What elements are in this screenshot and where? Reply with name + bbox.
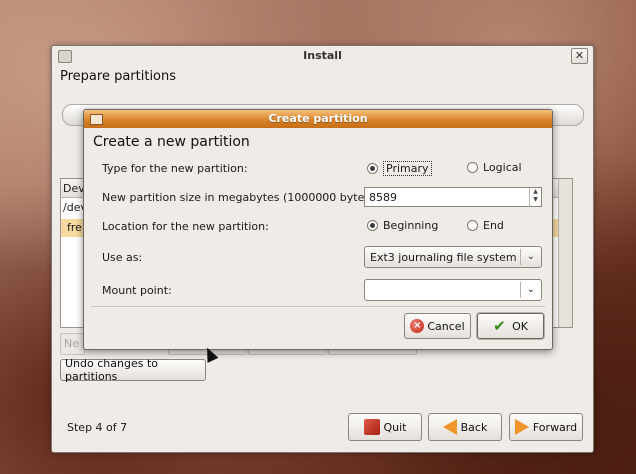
radio-logical-label: Logical (483, 161, 522, 174)
mount-point-label: Mount point: (102, 284, 172, 297)
window-title: Install (303, 49, 342, 62)
chevron-down-icon: ⌄ (526, 284, 535, 295)
cancel-button[interactable]: × Cancel (404, 313, 471, 339)
radio-indicator (367, 163, 378, 174)
radio-primary-label: Primary (383, 161, 432, 176)
radio-end[interactable]: End (467, 219, 504, 232)
location-label: Location for the new partition: (102, 220, 269, 233)
dialog-titlebar[interactable]: Create partition (84, 110, 552, 128)
use-as-combo[interactable]: Ext3 journaling file system ⌄ (364, 246, 542, 268)
quit-label: Quit (383, 420, 407, 434)
ok-label: OK (512, 319, 528, 333)
mount-point-combo[interactable]: ⌄ (364, 279, 542, 301)
checkmark-icon: ✔ (493, 317, 506, 335)
quit-icon (363, 419, 380, 435)
combo-separator (520, 249, 521, 265)
radio-indicator (467, 162, 478, 173)
ok-button[interactable]: ✔ OK (477, 313, 544, 339)
forward-button[interactable]: Forward (509, 413, 583, 441)
forward-label: Forward (532, 420, 578, 434)
radio-beginning-label: Beginning (383, 219, 439, 232)
new-partition-button[interactable]: Ne (60, 333, 85, 355)
use-as-label: Use as: (102, 251, 143, 264)
step-indicator: Step 4 of 7 (67, 421, 128, 434)
quit-button[interactable]: Quit (348, 413, 422, 441)
back-button[interactable]: Back (428, 413, 502, 441)
size-label: New partition size in megabytes (1000000… (102, 191, 379, 204)
create-partition-dialog: Create partition Create a new partition … (83, 109, 553, 350)
list-scrollbar[interactable] (558, 179, 572, 327)
undo-changes-button[interactable]: Undo changes to partitions (60, 357, 206, 383)
size-spinbox[interactable]: 8589 ▲ ▼ (364, 187, 542, 207)
back-label: Back (460, 420, 488, 434)
dialog-title: Create partition (268, 112, 368, 125)
undo-changes-label: Undo changes to partitions (65, 357, 158, 383)
cancel-label: Cancel (427, 319, 465, 333)
arrow-left-icon (442, 419, 457, 435)
dialog-heading: Create a new partition (93, 134, 250, 150)
combo-separator (520, 282, 521, 298)
radio-beginning[interactable]: Beginning (367, 219, 438, 232)
use-as-value: Ext3 journaling file system (370, 251, 517, 264)
close-button[interactable]: ✕ (571, 48, 588, 64)
dialog-divider (91, 306, 545, 307)
radio-indicator (467, 220, 478, 231)
window-titlebar[interactable]: Install ✕ (52, 46, 593, 66)
list-item-label: fre (67, 221, 82, 234)
radio-primary[interactable]: Primary (367, 161, 432, 176)
arrow-right-icon (514, 419, 529, 435)
page-title: Prepare partitions (60, 69, 177, 84)
cancel-icon: × (410, 319, 425, 333)
radio-logical[interactable]: Logical (467, 161, 522, 174)
chevron-down-icon: ⌄ (526, 251, 535, 262)
size-value: 8589 (369, 191, 397, 204)
column-header-device[interactable]: Dev (63, 182, 85, 195)
radio-indicator (367, 220, 378, 231)
radio-end-label: End (483, 219, 504, 232)
spin-arrows[interactable]: ▲ ▼ (529, 188, 541, 206)
type-label: Type for the new partition: (102, 162, 248, 175)
